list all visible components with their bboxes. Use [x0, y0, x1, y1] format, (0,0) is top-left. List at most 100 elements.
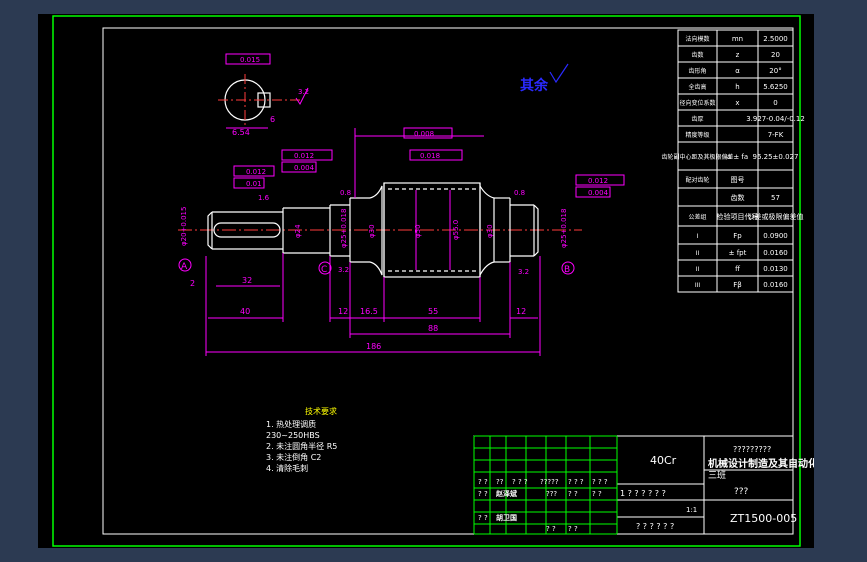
- gear-table-cell: 3.927-0.04/-0.12: [746, 115, 805, 123]
- gear-table-cell: 0.0900: [763, 232, 788, 240]
- drawing-sheet: 其余 6.54 6 0.015 3.2 186 88 55 40 32 2 12…: [38, 14, 814, 548]
- tb-row3-2: ? ?: [546, 525, 556, 533]
- gear-table-cell: 5.6250: [763, 83, 788, 91]
- gear-table-cell: 2.5000: [763, 35, 788, 43]
- svg-text:B: B: [564, 265, 570, 275]
- dimension-lines: [205, 128, 541, 356]
- gear-table-cell: 0.0130: [763, 265, 788, 273]
- ra-08-left: 0.8: [340, 189, 351, 197]
- gear-table-cell: II: [696, 266, 700, 273]
- gear-table: 法向模数 mn 2.5000 齿数 z 20 齿形角 α 20° 全齿高 h 5.6250 径向变位系数…: [661, 29, 805, 293]
- dim-32: 32: [242, 276, 252, 285]
- mass-row: 1 ? ? ? ? ? ?: [620, 489, 666, 498]
- gear-table-cell: 齿厚: [691, 115, 703, 123]
- tol-sym: 0.015: [240, 56, 260, 64]
- tol-runout-b: 0.008: [414, 130, 434, 138]
- tol-cyl-r: 0.004: [588, 189, 609, 197]
- roughness-note: 其余: [520, 77, 549, 94]
- tech-req-4: 3. 未注倒角 C2: [266, 452, 321, 462]
- tb-row1-5: ? ? ?: [592, 478, 608, 486]
- gear-table-cell: 精度等级: [685, 131, 709, 139]
- gear-table-cell: I: [697, 233, 699, 240]
- dim-40: 40: [240, 307, 250, 316]
- ra-32-right: 3.2: [518, 268, 529, 276]
- tb-row3-1: 胡卫国: [496, 513, 517, 522]
- gear-table-cell: h: [735, 83, 739, 91]
- gear-table-cell: α: [735, 67, 740, 75]
- material: 40Cr: [650, 454, 677, 467]
- dim-186: 186: [366, 342, 381, 351]
- dim-phi50: φ50: [414, 224, 422, 238]
- dim-12b: 12: [516, 307, 526, 316]
- gear-table-cell: 96.25±0.027: [753, 153, 799, 161]
- tb-row1-3: ?????: [540, 478, 559, 486]
- dim-55: 55: [428, 307, 438, 316]
- gear-table-cell: 齿数: [731, 193, 745, 202]
- dim-16-5: 16.5: [360, 307, 378, 316]
- gear-table-cell: 齿轮副中心距及其极限偏差: [661, 153, 733, 161]
- svg-text:A: A: [181, 262, 188, 272]
- gear-table-cell: 20: [771, 51, 780, 59]
- tb-row2-4: ? ?: [592, 490, 602, 498]
- tb-row3-3: ? ?: [568, 525, 578, 533]
- section-width: 6: [270, 115, 275, 124]
- gear-table-cell: 7-FK: [768, 131, 784, 139]
- dim-2: 2: [190, 279, 195, 288]
- dim-phi55: φ55.0: [452, 220, 460, 240]
- gear-table-cell: a ± fa: [727, 153, 748, 161]
- datum-b: B: [561, 261, 575, 275]
- dim-phi30-right: φ30: [486, 224, 494, 238]
- outer-frame: [52, 15, 801, 547]
- gear-table-cell: 公差组: [688, 213, 706, 221]
- tb-row2-0: ? ?: [478, 490, 488, 498]
- ra-32-left: 3.2: [338, 266, 349, 274]
- gear-table-cell: ± fpt: [729, 249, 747, 257]
- gear-table-cell: Fp: [733, 232, 742, 240]
- tol-runout-c: 0.012: [294, 152, 314, 160]
- tech-req-title: 技术要求: [305, 406, 337, 416]
- tech-req-3: 2. 未注圆角半径 R5: [266, 441, 337, 451]
- gear-table-cell: Fβ: [733, 281, 742, 289]
- ra-16: 1.6: [258, 194, 270, 202]
- gear-table-cell: mn: [732, 35, 743, 43]
- tech-req-5: 4. 清除毛刺: [266, 463, 308, 473]
- dim-phi24: φ24: [294, 224, 302, 238]
- tol-runout-a: 0.012: [246, 168, 266, 176]
- tech-req-1: 1. 热处理调质: [266, 419, 316, 429]
- tol-runout-r: 0.012: [588, 177, 608, 185]
- scale: 1:1: [686, 506, 697, 514]
- dim-88: 88: [428, 324, 438, 333]
- unknown-top: ?????????: [733, 445, 771, 454]
- gear-table-cell: III: [695, 282, 701, 289]
- org-line1: 机械设计制造及其自动化: [708, 457, 814, 470]
- gear-table-cell: 0.0160: [763, 281, 788, 289]
- gear-table-cell: II: [696, 250, 700, 257]
- roughness-symbol: [549, 63, 569, 84]
- tb-row2-2: ???: [546, 490, 557, 498]
- org-line2: 三班: [708, 469, 726, 481]
- tol-cyl-c: 0.004: [294, 164, 315, 172]
- tb-row2-3: ? ?: [568, 490, 578, 498]
- gear-table-cell: 齿形角: [688, 67, 706, 75]
- svg-text:C: C: [321, 265, 327, 275]
- drawing-no: ZT1500-005: [730, 512, 797, 525]
- gear-table-cell: x: [735, 99, 739, 107]
- gear-table-cell: 公差或极限偏差值: [748, 212, 804, 221]
- dim-phi30-left: φ30: [368, 224, 376, 238]
- tb-row2-1: 赵泽斌: [495, 489, 517, 498]
- tol-runout-gear: 0.018: [420, 152, 440, 160]
- sheet-row: ? ? ? ? ? ?: [636, 522, 674, 531]
- tb-row1-4: ? ? ?: [568, 478, 584, 486]
- tb-row3-0: ? ?: [478, 514, 488, 522]
- datum-a: A: [178, 258, 192, 272]
- tol-cyl-a: 0.01: [246, 180, 262, 188]
- dim-phi25-left: φ25+0.018: [340, 209, 348, 248]
- section-view: 6.54 6 0.015 3.2: [218, 53, 309, 137]
- gear-table-cell: 20°: [769, 67, 781, 75]
- gear-table-cell: 法向模数: [685, 35, 709, 43]
- gear-table-cell: 0.0160: [763, 249, 788, 257]
- dim-12a: 12: [338, 307, 348, 316]
- tb-row1-0: ? ?: [478, 478, 488, 486]
- gear-table-cell: z: [736, 51, 740, 59]
- section-dim: 6.54: [232, 128, 250, 137]
